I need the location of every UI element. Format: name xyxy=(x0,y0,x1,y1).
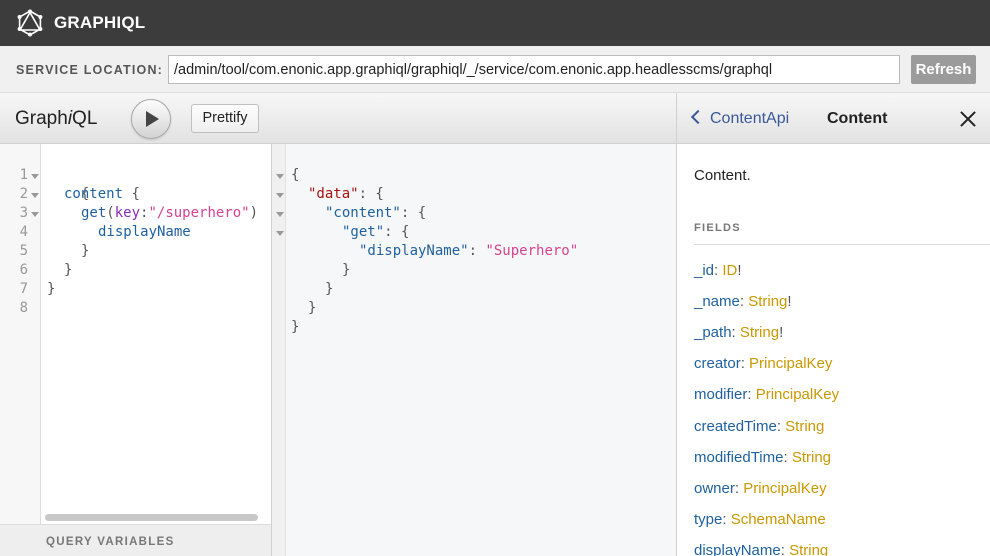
doc-field: modifier: PrincipalKey xyxy=(694,386,840,403)
doc-field: creator: PrincipalKey xyxy=(694,355,833,372)
result-line: } xyxy=(291,319,300,335)
query-line: { xyxy=(80,186,90,202)
graphiql-toolbar: GraphiQL Prettify xyxy=(0,93,676,144)
line-number: 2 xyxy=(19,186,28,202)
doc-field: _path: String! xyxy=(694,324,784,341)
graphql-logo-icon xyxy=(17,9,43,37)
fold-arrow-icon[interactable] xyxy=(31,193,39,198)
query-variables-label: QUERY VARIABLES xyxy=(46,536,175,548)
execute-query-button[interactable] xyxy=(131,99,171,139)
line-number: 3 xyxy=(19,205,28,221)
doc-field: createdTime: String xyxy=(694,418,825,435)
line-number: 7 xyxy=(19,281,28,297)
query-line: } xyxy=(64,262,73,278)
field-type[interactable]: SchemaName xyxy=(731,511,826,528)
documentation-explorer: ContentApi Content Content. FIELDS _id: … xyxy=(676,93,990,556)
result-gutter xyxy=(272,144,286,556)
query-editor[interactable]: 1 2 3 4 5 6 7 8 { content { get(key:"/su… xyxy=(0,144,271,556)
play-icon xyxy=(146,111,159,127)
fields-heading: FIELDS xyxy=(694,222,741,234)
result-line: "content": { xyxy=(325,205,427,221)
docs-header: ContentApi Content xyxy=(677,93,990,144)
service-location-input[interactable] xyxy=(168,55,900,84)
fold-arrow-icon[interactable] xyxy=(276,212,284,217)
field-name[interactable]: createdTime xyxy=(694,418,777,435)
field-type[interactable]: String xyxy=(785,418,824,435)
docs-title: Content xyxy=(827,110,888,127)
doc-field: type: SchemaName xyxy=(694,511,826,528)
app-title: GRAPHIQL xyxy=(54,13,146,32)
fields-divider xyxy=(694,244,990,245)
field-name[interactable]: displayName xyxy=(694,542,781,556)
result-line: } xyxy=(325,281,334,297)
result-line: "displayName": "Superhero" xyxy=(359,243,579,259)
doc-field: modifiedTime: String xyxy=(694,449,832,466)
result-line: "data": { xyxy=(308,186,384,202)
graphiql-brand: GraphiQL xyxy=(15,108,98,129)
fold-arrow-icon[interactable] xyxy=(276,231,284,236)
field-type[interactable]: PrincipalKey xyxy=(743,480,826,497)
field-name[interactable]: type xyxy=(694,511,722,528)
result-line: { xyxy=(291,167,300,183)
line-number: 6 xyxy=(19,262,28,278)
line-number: 4 xyxy=(19,224,28,240)
field-type[interactable]: String xyxy=(792,449,831,466)
app-header: GRAPHIQL xyxy=(0,0,990,46)
close-icon[interactable] xyxy=(958,109,978,129)
fold-arrow-icon[interactable] xyxy=(276,174,284,179)
doc-field: displayName: String xyxy=(694,541,828,556)
docs-back-link[interactable]: ContentApi xyxy=(710,93,789,144)
query-line: content { xyxy=(64,186,140,202)
field-name[interactable]: _name xyxy=(694,293,740,310)
field-type[interactable]: PrincipalKey xyxy=(756,386,839,403)
field-type[interactable]: ID xyxy=(722,262,737,279)
field-name[interactable]: modifiedTime xyxy=(694,449,783,466)
fold-arrow-icon[interactable] xyxy=(31,174,39,179)
fold-arrow-icon[interactable] xyxy=(31,212,39,217)
field-name[interactable]: _path xyxy=(694,324,732,341)
field-name[interactable]: modifier xyxy=(694,386,747,403)
fold-arrow-icon[interactable] xyxy=(276,193,284,198)
service-location-label: SERVICE LOCATION: xyxy=(16,63,164,77)
field-type[interactable]: String xyxy=(748,293,787,310)
field-type[interactable]: PrincipalKey xyxy=(749,355,832,372)
query-variables-bar[interactable]: QUERY VARIABLES xyxy=(0,524,271,556)
query-line: displayName xyxy=(98,224,191,240)
prettify-button[interactable]: Prettify xyxy=(191,104,259,133)
field-name[interactable]: owner xyxy=(694,480,735,497)
chevron-left-icon[interactable] xyxy=(690,109,706,125)
query-line: } xyxy=(81,243,90,259)
doc-field: _name: String! xyxy=(694,293,792,310)
doc-field: owner: PrincipalKey xyxy=(694,480,827,497)
result-line: } xyxy=(342,262,351,278)
type-description: Content. xyxy=(694,167,751,184)
field-type[interactable]: String xyxy=(740,324,779,341)
field-type[interactable]: String xyxy=(789,542,828,556)
service-location-bar: SERVICE LOCATION: Refresh xyxy=(0,46,990,93)
refresh-button[interactable]: Refresh xyxy=(911,55,976,84)
query-line: } xyxy=(47,281,56,297)
doc-field: _id: ID! xyxy=(694,262,742,279)
line-number: 5 xyxy=(19,243,28,259)
line-number: 8 xyxy=(19,300,28,316)
field-name[interactable]: creator xyxy=(694,355,741,372)
result-line: "get": { xyxy=(342,224,410,240)
line-number: 1 xyxy=(19,167,28,183)
result-line: } xyxy=(308,300,317,316)
query-line: get(key:"/superhero") xyxy=(81,205,259,221)
query-horizontal-scrollbar[interactable] xyxy=(45,514,258,521)
field-name[interactable]: _id xyxy=(694,262,714,279)
